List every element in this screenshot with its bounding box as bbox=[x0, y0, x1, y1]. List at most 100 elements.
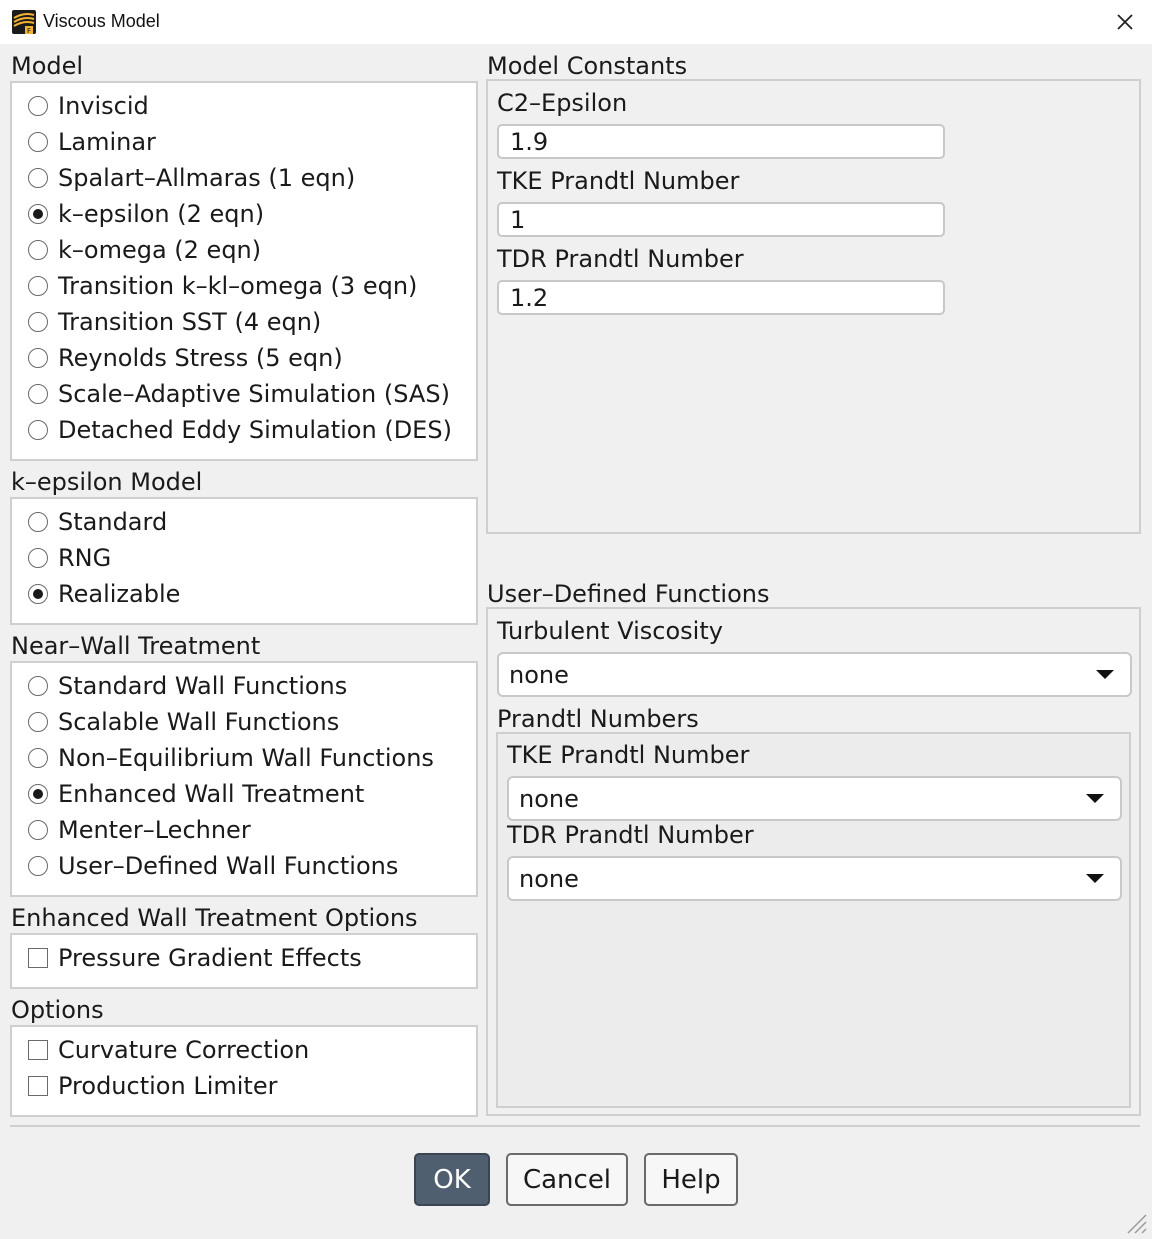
kepsilon-group-title: k–epsilon Model bbox=[11, 468, 203, 496]
tdr-prandtl-label: TDR Prandtl Number bbox=[497, 245, 744, 273]
radio-label: Non–Equilibrium Wall Functions bbox=[58, 744, 434, 772]
radio-transition-k-kl-omega[interactable]: Transition k–kl–omega (3 eqn) bbox=[28, 270, 417, 302]
radio-k-epsilon[interactable]: k–epsilon (2 eqn) bbox=[28, 198, 264, 230]
turbulent-viscosity-dropdown[interactable]: none bbox=[497, 652, 1132, 697]
dropdown-value: none bbox=[519, 864, 579, 893]
radio-button-icon bbox=[28, 420, 48, 440]
chevron-down-icon bbox=[1086, 874, 1104, 883]
help-button[interactable]: Help bbox=[644, 1153, 738, 1206]
radio-label: Reynolds Stress (5 eqn) bbox=[58, 344, 343, 372]
radio-button-icon bbox=[28, 348, 48, 368]
radio-button-icon bbox=[28, 312, 48, 332]
radio-label: Menter–Lechner bbox=[58, 816, 251, 844]
radio-scalable-wall-functions[interactable]: Scalable Wall Functions bbox=[28, 706, 339, 738]
c2-epsilon-input[interactable]: 1.9 bbox=[497, 124, 945, 159]
radio-label: Detached Eddy Simulation (DES) bbox=[58, 416, 452, 444]
radio-label: Standard Wall Functions bbox=[58, 672, 348, 700]
checkbox-icon bbox=[28, 1076, 48, 1096]
chevron-down-icon bbox=[1086, 794, 1104, 803]
radio-standard[interactable]: Standard bbox=[28, 506, 167, 538]
radio-non-equilibrium-wall-functions[interactable]: Non–Equilibrium Wall Functions bbox=[28, 742, 434, 774]
radio-button-icon bbox=[28, 276, 48, 296]
radio-button-icon bbox=[28, 820, 48, 840]
radio-laminar[interactable]: Laminar bbox=[28, 126, 156, 158]
cancel-button[interactable]: Cancel bbox=[506, 1153, 628, 1206]
near-wall-group: Standard Wall Functions Scalable Wall Fu… bbox=[10, 661, 478, 897]
radio-button-icon bbox=[28, 712, 48, 732]
radio-reynolds-stress[interactable]: Reynolds Stress (5 eqn) bbox=[28, 342, 343, 374]
prandtl-numbers-group: TKE Prandtl Number none TDR Prandtl Numb… bbox=[496, 732, 1131, 1108]
udf-group: Turbulent Viscosity none Prandtl Numbers… bbox=[486, 607, 1141, 1116]
radio-label: k–epsilon (2 eqn) bbox=[58, 200, 265, 228]
model-group-title: Model bbox=[11, 52, 84, 80]
radio-transition-sst[interactable]: Transition SST (4 eqn) bbox=[28, 306, 321, 338]
checkbox-pressure-gradient-effects[interactable]: Pressure Gradient Effects bbox=[28, 942, 362, 974]
radio-label: Transition SST (4 eqn) bbox=[58, 308, 322, 336]
close-icon[interactable] bbox=[1112, 8, 1138, 36]
radio-spalart-allmaras[interactable]: Spalart–Allmaras (1 eqn) bbox=[28, 162, 355, 194]
radio-label: Laminar bbox=[58, 128, 156, 156]
udf-tke-prandtl-label: TKE Prandtl Number bbox=[507, 741, 750, 769]
radio-button-icon bbox=[28, 240, 48, 260]
dropdown-value: none bbox=[509, 660, 569, 689]
ok-button[interactable]: OK bbox=[414, 1153, 490, 1206]
radio-standard-wall-functions[interactable]: Standard Wall Functions bbox=[28, 670, 347, 702]
radio-label: Scale–Adaptive Simulation (SAS) bbox=[58, 380, 450, 408]
radio-user-defined-wall-functions[interactable]: User–Defined Wall Functions bbox=[28, 850, 398, 882]
radio-button-icon bbox=[28, 548, 48, 568]
radio-button-icon bbox=[28, 168, 48, 188]
radio-label: Enhanced Wall Treatment bbox=[58, 780, 365, 808]
enhanced-wall-options-group: Pressure Gradient Effects bbox=[10, 933, 478, 989]
radio-label: Transition k–kl–omega (3 eqn) bbox=[58, 272, 418, 300]
udf-group-title: User–Defined Functions bbox=[487, 580, 770, 608]
prandtl-numbers-title: Prandtl Numbers bbox=[497, 705, 699, 733]
radio-k-omega[interactable]: k–omega (2 eqn) bbox=[28, 234, 261, 266]
checkbox-label: Curvature Correction bbox=[58, 1036, 310, 1064]
radio-button-selected-icon bbox=[28, 584, 48, 604]
checkbox-label: Pressure Gradient Effects bbox=[58, 944, 362, 972]
radio-button-icon bbox=[28, 384, 48, 404]
radio-rng[interactable]: RNG bbox=[28, 542, 111, 574]
window-title: Viscous Model bbox=[43, 11, 160, 31]
resize-grip-icon[interactable] bbox=[1122, 1209, 1148, 1235]
radio-realizable[interactable]: Realizable bbox=[28, 578, 180, 610]
udf-tke-prandtl-dropdown[interactable]: none bbox=[507, 776, 1122, 821]
checkbox-production-limiter[interactable]: Production Limiter bbox=[28, 1070, 277, 1102]
turbulent-viscosity-label: Turbulent Viscosity bbox=[497, 617, 723, 645]
svg-text:F: F bbox=[27, 27, 31, 34]
udf-tdr-prandtl-label: TDR Prandtl Number bbox=[507, 821, 754, 849]
radio-button-icon bbox=[28, 512, 48, 532]
radio-inviscid[interactable]: Inviscid bbox=[28, 90, 149, 122]
checkbox-curvature-correction[interactable]: Curvature Correction bbox=[28, 1034, 309, 1066]
tke-prandtl-label: TKE Prandtl Number bbox=[497, 167, 740, 195]
title-bar: F Viscous Model bbox=[0, 0, 1152, 44]
radio-button-icon bbox=[28, 676, 48, 696]
tdr-prandtl-input[interactable]: 1.2 bbox=[497, 280, 945, 315]
radio-menter-lechner[interactable]: Menter–Lechner bbox=[28, 814, 251, 846]
radio-button-icon bbox=[28, 748, 48, 768]
options-group: Curvature Correction Production Limiter bbox=[10, 1025, 478, 1117]
radio-button-icon bbox=[28, 132, 48, 152]
model-constants-group: C2–Epsilon 1.9 TKE Prandtl Number 1 TDR … bbox=[486, 79, 1141, 534]
radio-des[interactable]: Detached Eddy Simulation (DES) bbox=[28, 414, 452, 446]
c2-epsilon-label: C2–Epsilon bbox=[497, 89, 628, 117]
fluent-app-icon: F bbox=[12, 10, 36, 34]
enhanced-wall-options-title: Enhanced Wall Treatment Options bbox=[11, 904, 418, 932]
chevron-down-icon bbox=[1096, 670, 1114, 679]
radio-label: k–omega (2 eqn) bbox=[58, 236, 262, 264]
tke-prandtl-input[interactable]: 1 bbox=[497, 202, 945, 237]
kepsilon-group: Standard RNG Realizable bbox=[10, 497, 478, 625]
radio-label: Spalart–Allmaras (1 eqn) bbox=[58, 164, 356, 192]
radio-label: User–Defined Wall Functions bbox=[58, 852, 399, 880]
radio-button-selected-icon bbox=[28, 204, 48, 224]
dropdown-value: none bbox=[519, 784, 579, 813]
radio-label: Realizable bbox=[58, 580, 181, 608]
model-group: Inviscid Laminar Spalart–Allmaras (1 eqn… bbox=[10, 81, 478, 461]
options-group-title: Options bbox=[11, 996, 104, 1024]
radio-button-icon bbox=[28, 856, 48, 876]
radio-sas[interactable]: Scale–Adaptive Simulation (SAS) bbox=[28, 378, 450, 410]
checkbox-icon bbox=[28, 948, 48, 968]
udf-tdr-prandtl-dropdown[interactable]: none bbox=[507, 856, 1122, 901]
radio-button-icon bbox=[28, 96, 48, 116]
radio-enhanced-wall-treatment[interactable]: Enhanced Wall Treatment bbox=[28, 778, 364, 810]
